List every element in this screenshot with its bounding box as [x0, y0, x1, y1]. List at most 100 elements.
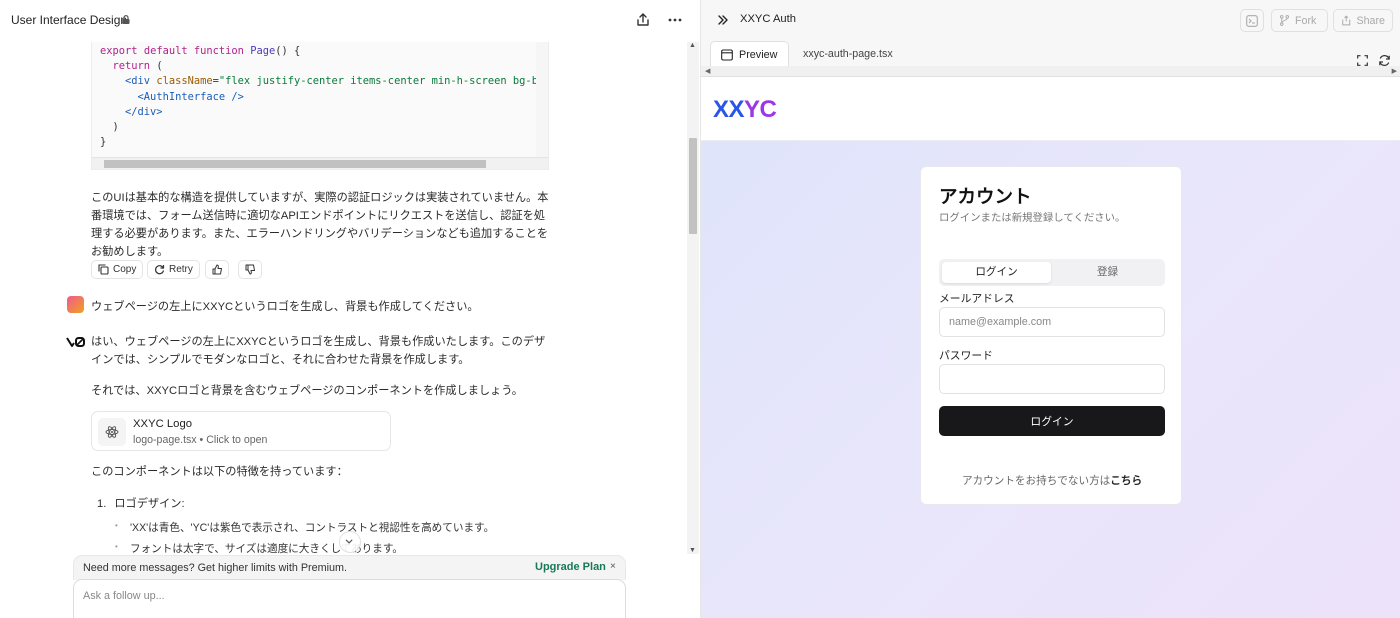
scroll-left-arrow[interactable]: ◀ — [705, 67, 710, 75]
signup-link[interactable]: こちら — [1110, 475, 1142, 487]
scroll-down-arrow[interactable]: ▼ — [689, 547, 696, 554]
more-icon[interactable] — [666, 11, 684, 29]
thumbs-up-icon — [212, 264, 222, 275]
code-keyword: default — [143, 45, 188, 57]
code-keyword: return — [112, 60, 151, 73]
code-keyword: function — [193, 45, 244, 57]
code-keyword: export — [100, 45, 138, 57]
chat-title[interactable]: User Interface Design — [11, 13, 127, 27]
logo-yc: YC — [744, 96, 777, 123]
code-function: Page — [250, 45, 276, 57]
terminal-button[interactable] — [1240, 9, 1264, 32]
upgrade-text: Need more messages? Get higher limits wi… — [83, 562, 348, 574]
card-title: アカウント — [939, 186, 1032, 207]
code-vertical-scrollbar[interactable] — [536, 42, 548, 158]
card-subtitle: ログインまたは新規登録してください。 — [939, 213, 1126, 224]
auth-card: アカウント ログインまたは新規登録してください。 ログイン 登録 メールアドレス… — [920, 166, 1182, 505]
code-content: export default function Page() { return … — [100, 44, 548, 150]
share-icon — [1342, 15, 1351, 26]
preview-horizontal-scrollbar[interactable]: ◀ ▶ — [701, 66, 1400, 77]
code-attr: className — [156, 75, 213, 88]
fork-button[interactable]: Fork — [1271, 9, 1328, 32]
retry-icon — [155, 265, 165, 275]
code-tag: </div> — [125, 105, 163, 118]
code-tag: <div — [125, 75, 151, 88]
terminal-icon — [1246, 14, 1258, 27]
code-text: } — [100, 136, 107, 149]
share-label: Share — [1356, 14, 1385, 27]
bullet-text: 'XX'は青色、'YC'は紫色で表示され、コントラストと視認性を高めています。 — [130, 522, 495, 534]
code-horizontal-scrollbar[interactable] — [92, 157, 548, 169]
thumbs-up-button[interactable] — [205, 260, 229, 279]
thumbs-down-button[interactable] — [238, 260, 262, 279]
scroll-right-arrow[interactable]: ▶ — [1392, 67, 1397, 75]
user-avatar — [67, 296, 84, 313]
fullscreen-icon[interactable] — [1357, 55, 1368, 66]
chat-pane: User Interface Design export default fun… — [0, 0, 700, 618]
password-field[interactable] — [939, 364, 1165, 394]
upgrade-plan-link[interactable]: Upgrade Plan — [535, 561, 606, 573]
collapse-icon[interactable] — [717, 14, 729, 26]
list-item: 1. ロゴデザイン: — [97, 495, 185, 511]
chat-scroll-thumb[interactable] — [689, 138, 697, 234]
share-icon[interactable] — [634, 11, 652, 29]
file-icon-box — [98, 418, 126, 446]
xxyc-logo[interactable]: XXYC — [713, 96, 777, 124]
chevron-down-icon — [345, 539, 353, 544]
code-scroll-thumb[interactable] — [104, 160, 486, 168]
fork-icon — [1280, 15, 1289, 26]
preview-pane: XXYC Auth Fork Share Preview xxyc-auth-p… — [700, 0, 1400, 618]
code-text: () { — [275, 45, 301, 57]
share-button[interactable]: Share — [1333, 9, 1393, 32]
tab-file[interactable]: xxyc-auth-page.tsx — [803, 48, 893, 60]
code-tag: <AuthInterface /> — [137, 90, 244, 103]
app-background: アカウント ログインまたは新規登録してください。 ログイン 登録 メールアドレス… — [701, 141, 1400, 618]
list-number: 1. — [97, 498, 107, 510]
signup-prompt: アカウントをお持ちでない方はこちら — [921, 473, 1183, 488]
retry-label: Retry — [169, 264, 193, 275]
copy-icon — [98, 264, 109, 275]
code-text: ( — [150, 60, 163, 73]
close-icon[interactable]: × — [610, 561, 616, 572]
window-icon — [721, 49, 733, 61]
app-header: XXYC — [701, 77, 1400, 141]
auth-tabs: ログイン 登録 — [939, 259, 1165, 286]
tab-register[interactable]: 登録 — [1053, 262, 1162, 283]
react-icon — [105, 426, 119, 438]
list-item-text: ロゴデザイン: — [114, 498, 185, 510]
bullet-text: フォントは太字で、サイズは適度に大きくしてあります。 — [130, 543, 403, 555]
fork-label: Fork — [1295, 14, 1317, 27]
follow-up-box — [73, 579, 626, 618]
email-field[interactable] — [939, 307, 1165, 337]
signup-prefix: アカウントをお持ちでない方は — [961, 475, 1111, 487]
copy-label: Copy — [113, 264, 137, 275]
file-card-title: XXYC Logo — [133, 418, 193, 430]
file-card-subtitle: logo-page.tsx • Click to open — [133, 434, 268, 446]
email-label: メールアドレス — [939, 293, 1015, 305]
preview-header: XXYC Auth Fork Share — [701, 0, 1400, 41]
bullet-item: 'XX'は青色、'YC'は紫色で表示され、コントラストと視認性を高めています。 — [115, 520, 495, 535]
chat-header: User Interface Design — [0, 0, 700, 42]
assistant-paragraph: はい、ウェブページの左上にXXYCというロゴを生成し、背景も作成いたします。この… — [91, 336, 546, 366]
assistant-paragraph: このUIは基本的な構造を提供していますが、実際の認証ロジックは実装されていません… — [91, 192, 549, 258]
preview-tabs: Preview xxyc-auth-page.tsx — [701, 41, 1400, 68]
upgrade-banner: Need more messages? Get higher limits wi… — [73, 555, 626, 580]
chat-scrollbar[interactable]: ▲ ▼ — [687, 42, 699, 554]
thumbs-down-icon — [245, 264, 255, 275]
lock-icon — [122, 15, 130, 24]
user-message: ウェブページの左上にXXYCというロゴを生成し、背景も作成してください。 — [91, 301, 479, 313]
file-card[interactable]: XXYC Logo logo-page.tsx • Click to open — [91, 411, 391, 451]
copy-button[interactable]: Copy — [91, 260, 144, 279]
assistant-paragraph: このコンポーネントは以下の特徴を持っています： — [91, 466, 348, 478]
tab-login[interactable]: ログイン — [942, 262, 1051, 283]
follow-up-input[interactable] — [83, 590, 603, 602]
retry-button[interactable]: Retry — [147, 260, 200, 279]
tab-preview-label: Preview — [739, 49, 778, 61]
logo-xx: XX — [713, 96, 745, 123]
password-label: パスワード — [939, 350, 993, 362]
code-block: export default function Page() { return … — [91, 42, 549, 170]
scroll-up-arrow[interactable]: ▲ — [689, 42, 696, 49]
tab-preview[interactable]: Preview — [710, 41, 789, 68]
login-button[interactable]: ログイン — [939, 406, 1165, 436]
scroll-to-bottom-button[interactable] — [339, 531, 361, 553]
